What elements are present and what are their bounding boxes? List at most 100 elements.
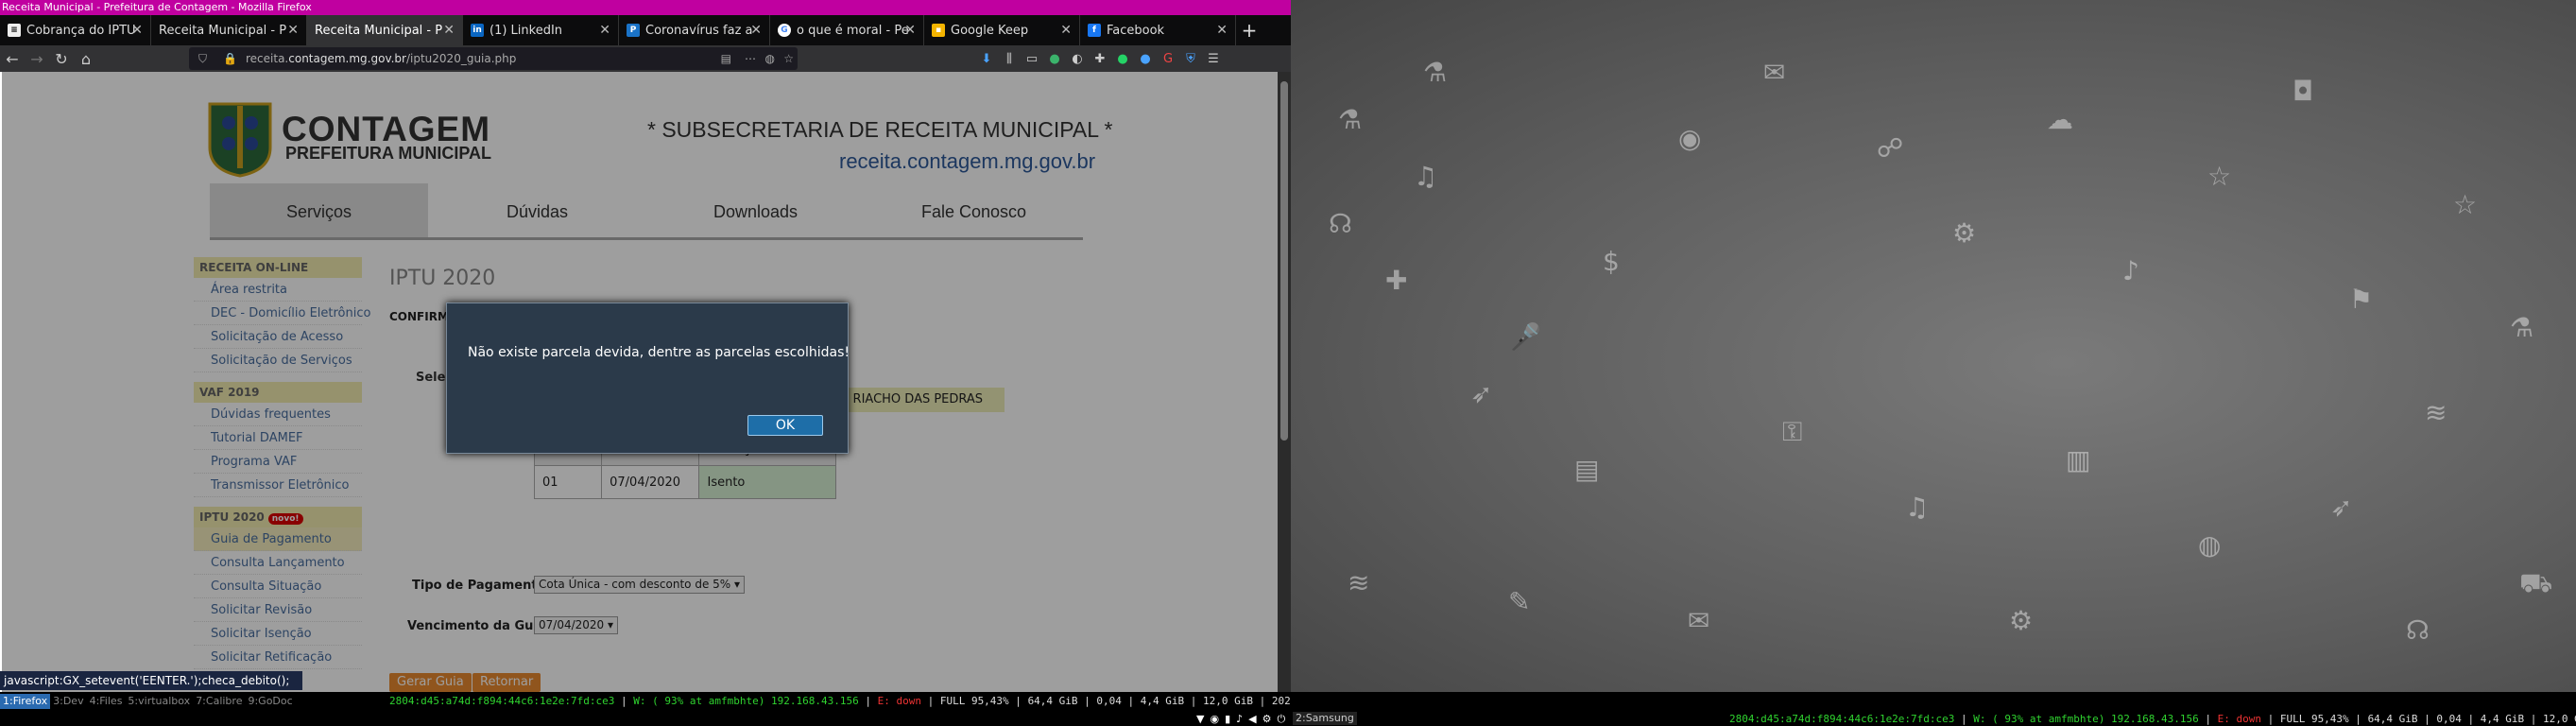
mic-icon: 🎤 — [1508, 321, 1541, 353]
tab-google-moral[interactable]: Go que é moral - Pe ✕ — [770, 15, 924, 45]
translate-icon[interactable]: ● — [1134, 47, 1157, 70]
tab-google-keep[interactable]: ▪ Google Keep ✕ — [924, 15, 1080, 45]
sidebar-icon[interactable]: ▭ — [1021, 47, 1043, 70]
home-icon[interactable]: ⌂ — [74, 47, 98, 70]
headset-icon: ☊ — [2406, 614, 2430, 646]
whatsapp-icon[interactable]: ● — [1111, 47, 1134, 70]
status-ipv6: 2804:d45:a74d:f894:44c6:1e2e:7fd:ce3 — [1729, 713, 1955, 725]
status-datetime: 2020-03-27 16:07:55 — [1271, 695, 1291, 707]
wifi-icon[interactable]: ▼ — [1196, 713, 1204, 726]
camera-icon: ◘ — [2293, 76, 2314, 107]
volume-icon[interactable]: ◀ — [1248, 713, 1256, 726]
google-icon[interactable]: G — [1157, 47, 1179, 70]
workspace-firefox[interactable]: 1:Firefox — [0, 694, 51, 709]
dollar-icon: $ — [1603, 246, 1620, 277]
tab-coronavirus[interactable]: P Coronavírus faz a ✕ — [619, 15, 770, 45]
firefox-window: Receita Municipal - Prefeitura de Contag… — [0, 0, 1291, 726]
workspace-calibre[interactable]: 7:Calibre — [193, 694, 245, 709]
ok-button[interactable]: OK — [747, 415, 823, 436]
chat-icon: ✎ — [1508, 586, 1531, 617]
status-wifi: W: ( 93% at amfmbhte) 192.168.43.156 — [633, 695, 859, 707]
status-mem: 64,4 GiB — [1027, 695, 1078, 707]
p-icon: P — [627, 24, 640, 37]
download-icon[interactable]: ⬇ — [975, 47, 998, 70]
music-icon: ♫ — [1414, 161, 1438, 192]
battery-icon[interactable]: ▮ — [1225, 713, 1230, 726]
reload-icon[interactable]: ↻ — [49, 47, 74, 70]
status-load: 0,04 — [1096, 695, 1122, 707]
cart-icon: ⛟ — [2519, 567, 2553, 598]
url-bar[interactable]: ⛉ 🔒 receita.contagem.mg.gov.br/iptu2020_… — [189, 47, 798, 70]
power-icon[interactable]: ⏻ — [1278, 713, 1286, 726]
toolbar-icons: ⬇ ⫼ ▭ ● ◐ ✚ ● ● G ⛨ ☰ — [975, 47, 1225, 70]
library-icon[interactable]: ⫼ — [998, 47, 1021, 70]
alert-dialog: Não existe parcela devida, dentre as par… — [446, 302, 850, 454]
close-icon[interactable]: ✕ — [1216, 23, 1228, 38]
keep-icon: ▪ — [932, 24, 945, 37]
document-icon: ≡ — [8, 24, 21, 37]
bookmark-star-icon[interactable]: ☆ — [783, 47, 794, 70]
workspace-virtualbox[interactable]: 5:virtualbox — [125, 694, 193, 709]
forward-icon[interactable]: → — [25, 47, 49, 70]
settings-icon[interactable]: ⚙ — [1262, 713, 1272, 726]
music-icon: ♫ — [1905, 492, 1930, 523]
workspace-list: 1:Firefox 3:Dev 4:Files 5:virtualbox 7:C… — [0, 694, 296, 709]
lock-icon: 🔒 — [223, 52, 237, 65]
tab-receita-1[interactable]: Receita Municipal - P ✕ — [151, 15, 307, 45]
star-icon: ☆ — [2207, 161, 2232, 192]
status-load: 0,04 — [2436, 713, 2462, 725]
extension-icon[interactable]: ◐ — [1066, 47, 1089, 70]
url-path: /iptu2020_guia.php — [405, 52, 517, 65]
lock-icon: ⚿ — [1782, 416, 1803, 447]
vpn-icon[interactable]: ● — [1043, 47, 1066, 70]
close-icon[interactable]: ✕ — [443, 23, 455, 38]
wifi-icon: ≋ — [2425, 397, 2447, 428]
music-icon: ♪ — [2122, 255, 2139, 286]
status-ram: 12,0 GiB — [1203, 695, 1254, 707]
tab-label: Receita Municipal - P — [315, 23, 443, 38]
puzzle-icon[interactable]: ✚ — [1089, 47, 1111, 70]
workspace-samsung[interactable]: 2:Samsung — [1293, 712, 1357, 725]
status-link-preview: javascript:GX_setevent('EENTER.');checa_… — [0, 671, 302, 690]
tab-strip: ≡ Cobrança do IPTU ✕ Receita Municipal - P… — [0, 15, 1291, 45]
menu-icon[interactable]: ☰ — [1202, 47, 1225, 70]
close-icon[interactable]: ✕ — [904, 23, 916, 38]
globe-icon: ◍ — [2198, 529, 2222, 561]
location-icon[interactable]: ◉ — [1210, 713, 1219, 726]
new-tab-button[interactable]: + — [1236, 15, 1262, 45]
close-icon[interactable]: ✕ — [750, 23, 762, 38]
bitwarden-icon[interactable]: ⛨ — [1179, 47, 1202, 70]
status-mem: 64,4 GiB — [2367, 713, 2418, 725]
scrollbar-thumb[interactable] — [1280, 81, 1288, 441]
tab-iptu[interactable]: ≡ Cobrança do IPTU ✕ — [0, 15, 151, 45]
shield-icon: ⛉ — [198, 52, 208, 65]
flask-icon: ⚗ — [2510, 312, 2534, 343]
notification-icon[interactable]: ♪ — [1236, 713, 1243, 726]
flask-icon: ⚗ — [1423, 57, 1448, 88]
page-scrollbar[interactable] — [1278, 72, 1291, 692]
close-icon[interactable]: ✕ — [1060, 23, 1072, 38]
status-disk: 4,4 GiB — [2480, 713, 2525, 725]
close-icon[interactable]: ✕ — [287, 23, 299, 38]
system-tray: ▼ ◉ ▮ ♪ ◀ ⚙ ⏻ — [1196, 713, 1291, 726]
workspace-files[interactable]: 4:Files — [87, 694, 126, 709]
tab-receita-active[interactable]: Receita Municipal - P ✕ — [307, 15, 463, 45]
status-ram: 12,0 GiB — [2543, 713, 2576, 725]
reader-icon[interactable]: ▤ — [721, 47, 731, 70]
close-icon[interactable]: ✕ — [131, 23, 143, 38]
close-icon[interactable]: ✕ — [599, 23, 610, 38]
puzzle-icon: ✚ — [1385, 265, 1408, 296]
tab-linkedin[interactable]: in (1) LinkedIn ✕ — [463, 15, 619, 45]
facebook-icon: f — [1088, 24, 1101, 37]
gear-icon: ⚙ — [2009, 605, 2034, 636]
more-icon[interactable]: ⋯ — [745, 47, 756, 70]
workspace-dev[interactable]: 3:Dev — [50, 694, 86, 709]
tab-facebook[interactable]: f Facebook ✕ — [1080, 15, 1236, 45]
status-disk: 4,4 GiB — [1140, 695, 1185, 707]
workspace-godoc[interactable]: 9:GoDoc — [245, 694, 295, 709]
back-icon[interactable]: ← — [0, 47, 25, 70]
wifi-icon: ≋ — [1348, 567, 1370, 598]
pocket-icon[interactable]: ◍ — [765, 47, 775, 70]
star-icon: ☆ — [2453, 189, 2478, 220]
status-eth: E: down — [2217, 713, 2261, 725]
